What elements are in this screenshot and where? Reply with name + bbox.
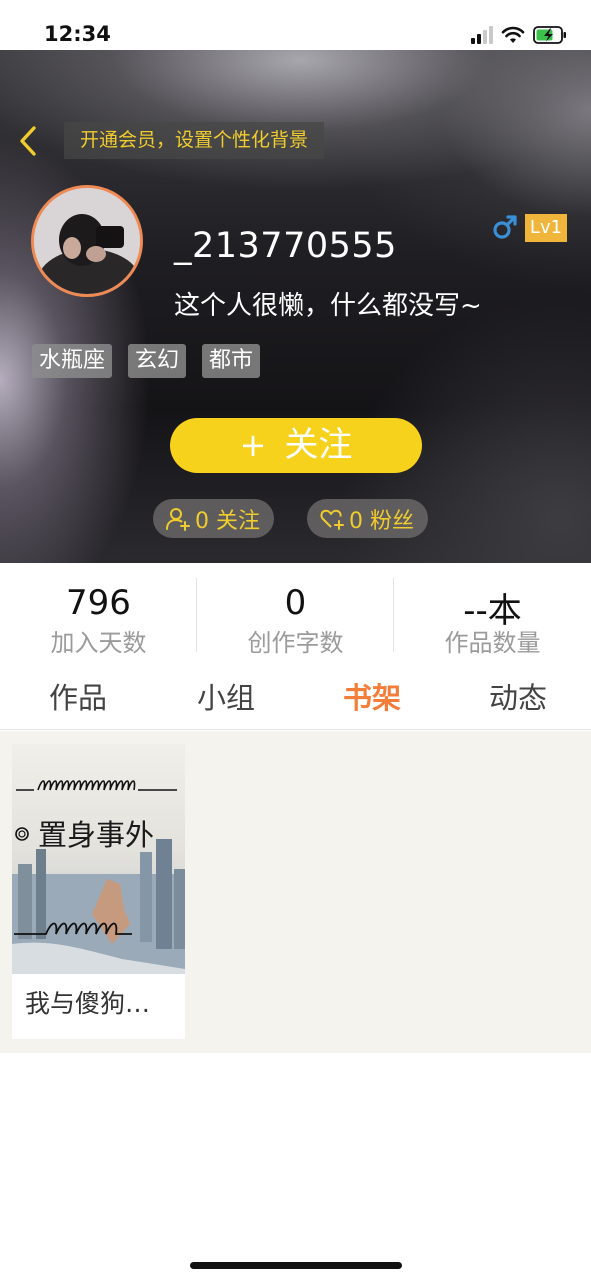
follow-button-label: 关注	[284, 425, 353, 465]
status-icons	[471, 24, 567, 46]
bookshelf-panel: 置身事外 我与傻狗…	[0, 731, 591, 1053]
stats-row: 796 加入天数 0 创作字数 --本 作品数量	[0, 563, 591, 663]
cover-title-text: 置身事外	[38, 818, 154, 852]
wifi-icon	[501, 26, 525, 43]
follow-button[interactable]: + 关注	[170, 418, 422, 473]
following-count: 0 关注	[195, 508, 260, 534]
following-count-button[interactable]: 0 关注	[153, 499, 274, 538]
bio-text: 这个人很懒，什么都没写~	[174, 291, 482, 321]
tab-activity[interactable]: 动态	[470, 666, 566, 730]
book-card[interactable]: 置身事外 我与傻狗…	[12, 744, 185, 1039]
divider	[393, 578, 394, 652]
tab-bookshelf[interactable]: 书架	[324, 666, 420, 730]
cellular-signal-icon	[471, 26, 493, 44]
stat-label: 作品数量	[444, 629, 541, 657]
fans-count-button[interactable]: 0 粉丝	[307, 499, 428, 538]
battery-charging-icon	[533, 26, 566, 44]
divider	[196, 578, 197, 652]
stat-works-count: --本 作品数量	[394, 563, 591, 663]
male-gender-icon	[493, 215, 517, 239]
home-indicator[interactable]	[190, 1262, 402, 1269]
status-time: 12:34	[44, 22, 111, 46]
plus-icon: +	[239, 426, 267, 464]
book-cover[interactable]: 置身事外	[12, 744, 185, 974]
stat-join-days: 796 加入天数	[0, 563, 197, 663]
tag-genre: 玄幻	[128, 344, 187, 378]
tab-works[interactable]: 作品	[30, 666, 126, 730]
status-bar: 12:34	[0, 0, 591, 50]
stat-word-count: 0 创作字数	[197, 563, 394, 663]
profile-header: 开通会员，设置个性化背景 _213770555 这个人很懒，什么都没写~ Lv1…	[0, 50, 591, 563]
profile-tabs: 作品 小组 书架 动态	[0, 666, 591, 730]
back-icon[interactable]	[14, 124, 42, 158]
tab-groups[interactable]: 小组	[178, 666, 274, 730]
heart-add-icon	[320, 509, 344, 530]
username: _213770555	[174, 226, 397, 266]
book-title: 我与傻狗…	[25, 989, 151, 1018]
user-add-icon	[166, 507, 190, 531]
tag-genre: 都市	[202, 344, 261, 378]
vip-background-banner[interactable]: 开通会员，设置个性化背景	[64, 122, 325, 159]
avatar[interactable]	[31, 185, 143, 297]
stat-value: 0	[284, 583, 307, 623]
stat-label: 创作字数	[247, 629, 344, 657]
tag-list: 水瓶座 玄幻 都市	[32, 344, 261, 378]
profile-page: 12:34 开通会员，设置个性化背景 _213770555 这个人很懒，什么都没…	[0, 0, 591, 1280]
stat-label: 加入天数	[50, 629, 147, 657]
level-badge: Lv1	[525, 214, 567, 242]
stat-value: 796	[66, 583, 131, 623]
tag-zodiac: 水瓶座	[32, 344, 113, 378]
fans-count: 0 粉丝	[349, 508, 414, 534]
